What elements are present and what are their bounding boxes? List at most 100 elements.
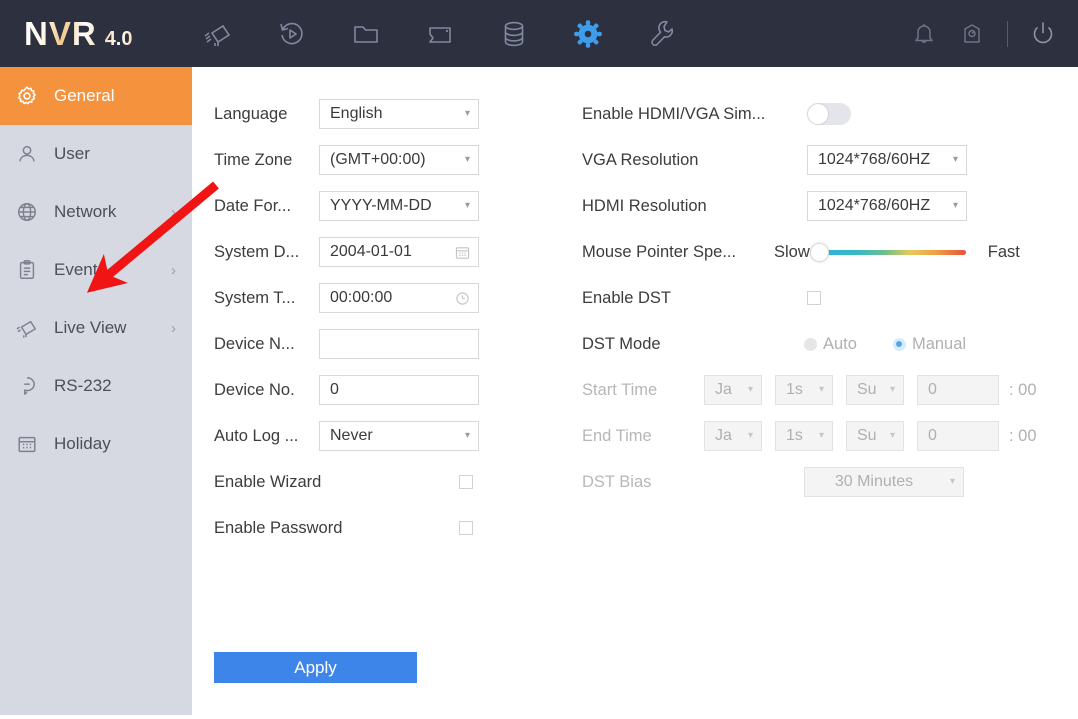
row-hdmi-vga-sim: Enable HDMI/VGA Sim... [582,91,1062,137]
camera-icon [14,317,40,339]
dst-mode-radio-manual[interactable]: Manual [892,335,966,354]
storage-icon[interactable] [497,17,531,51]
system-date-value: 2004-01-01 [330,243,412,260]
enable-wizard-checkbox[interactable] [459,475,473,489]
device-icon[interactable] [955,17,989,51]
row-time-zone: Time Zone (GMT+00:00) ▾ [214,137,519,183]
enable-password-checkbox[interactable] [459,521,473,535]
auto-logout-label: Auto Log ... [214,426,299,445]
clipboard-icon [14,259,40,281]
sidebar-item-event[interactable]: Event › [0,241,192,299]
chevron-right-icon: › [171,319,176,337]
header-divider [1007,20,1008,47]
language-select[interactable]: English ▾ [319,99,479,129]
device-name-input[interactable] [319,329,479,359]
end-time-month-select[interactable]: Ja ▾ [704,421,762,451]
system-time-input[interactable]: 00:00:00 [319,283,479,313]
start-time-month-select[interactable]: Ja ▾ [704,375,762,405]
settings-right-column: Enable HDMI/VGA Sim... VGA Resolution 10… [582,91,1062,505]
sidebar-item-label: Event [54,260,98,279]
dst-mode-radio-auto[interactable]: Auto [804,335,857,354]
camera-icon[interactable] [201,17,235,51]
logo-version: 4.0 [104,27,133,50]
sidebar-item-network[interactable]: Network › [0,183,192,241]
vga-resolution-select[interactable]: 1024*768/60HZ ▾ [807,145,967,175]
start-time-day-value: Su [857,381,877,398]
enable-dst-checkbox[interactable] [807,291,821,305]
dst-bias-select[interactable]: 30 Minutes ▾ [804,467,964,497]
row-end-time: End Time Ja ▾ 1s ▾ Su ▾ 0 : 00 [582,413,1062,459]
start-time-day-select[interactable]: Su ▾ [846,375,904,405]
auto-logout-select[interactable]: Never ▾ [319,421,479,451]
device-no-input[interactable]: 0 [319,375,479,405]
system-time-label: System T... [214,288,296,307]
vga-resolution-value: 1024*768/60HZ [818,151,931,168]
header-nav-icons [201,17,679,51]
apply-button[interactable]: Apply [214,652,417,683]
chevron-down-icon: ▾ [464,154,470,165]
playback-icon[interactable] [275,17,309,51]
general-settings-panel: Language English ▾ Time Zone (GMT+00:00)… [192,67,1078,719]
date-format-value: YYYY-MM-DD [330,197,432,214]
maintenance-wrench-icon[interactable] [645,17,679,51]
calendar-icon[interactable] [455,245,470,260]
left-sidebar: General User Network › Event › Live View… [0,67,192,715]
start-time-month-value: Ja [715,381,732,398]
start-time-hour-value: 0 [928,381,937,398]
sidebar-item-holiday[interactable]: Holiday [0,415,192,473]
export-icon[interactable] [423,17,457,51]
row-mouse-pointer-speed: Mouse Pointer Spe... Slow Fast [582,229,1062,275]
row-device-name: Device N... [214,321,519,367]
power-icon[interactable] [1026,17,1060,51]
chevron-down-icon: ▾ [889,384,895,395]
globe-icon [14,201,40,223]
sidebar-item-live-view[interactable]: Live View › [0,299,192,357]
settings-gear-icon[interactable] [571,17,605,51]
start-time-hour-input[interactable]: 0 [917,375,999,405]
mouse-pointer-speed-slider[interactable]: Slow Fast [774,242,1020,262]
enable-password-label: Enable Password [214,518,343,537]
sidebar-item-label: RS-232 [54,376,112,395]
time-zone-value: (GMT+00:00) [330,151,426,168]
mouse-pointer-speed-label: Mouse Pointer Spe... [582,242,737,261]
end-time-hour-input[interactable]: 0 [917,421,999,451]
end-time-day-value: Su [857,427,877,444]
chevron-down-icon: ▾ [952,200,958,211]
system-date-input[interactable]: 2004-01-01 [319,237,479,267]
chevron-down-icon: ▾ [818,430,824,441]
vga-resolution-label: VGA Resolution [582,150,699,169]
chevron-down-icon: ▾ [464,200,470,211]
radio-auto-indicator [804,337,817,351]
sidebar-item-user[interactable]: User [0,125,192,183]
clock-icon[interactable] [455,291,470,306]
end-time-hour-value: 0 [928,427,937,444]
dst-mode-label: DST Mode [582,334,661,353]
date-format-label: Date For... [214,196,292,215]
row-system-date: System D... 2004-01-01 [214,229,519,275]
date-format-select[interactable]: YYYY-MM-DD ▾ [319,191,479,221]
row-vga-resolution: VGA Resolution 1024*768/60HZ ▾ [582,137,1062,183]
rs232-icon [14,375,40,397]
auto-logout-value: Never [330,427,373,444]
sidebar-item-label: Network [54,202,117,221]
end-time-day-select[interactable]: Su ▾ [846,421,904,451]
slider-track[interactable] [825,249,966,255]
user-icon [14,143,40,165]
row-enable-dst: Enable DST [582,275,1062,321]
bell-icon[interactable] [907,17,941,51]
chevron-right-icon: › [171,261,176,279]
slider-handle[interactable] [809,242,829,262]
file-icon[interactable] [349,17,383,51]
hdmi-vga-sim-toggle[interactable] [807,103,851,125]
enable-wizard-label: Enable Wizard [214,472,322,491]
row-enable-wizard: Enable Wizard [214,459,519,505]
time-zone-select[interactable]: (GMT+00:00) ▾ [319,145,479,175]
sidebar-item-general[interactable]: General [0,67,192,125]
sidebar-item-rs232[interactable]: RS-232 [0,357,192,415]
row-dst-mode: DST Mode Auto Manual [582,321,1062,367]
row-hdmi-resolution: HDMI Resolution 1024*768/60HZ ▾ [582,183,1062,229]
end-time-week-select[interactable]: 1s ▾ [775,421,833,451]
radio-auto-label: Auto [823,334,857,353]
hdmi-resolution-select[interactable]: 1024*768/60HZ ▾ [807,191,967,221]
start-time-week-select[interactable]: 1s ▾ [775,375,833,405]
